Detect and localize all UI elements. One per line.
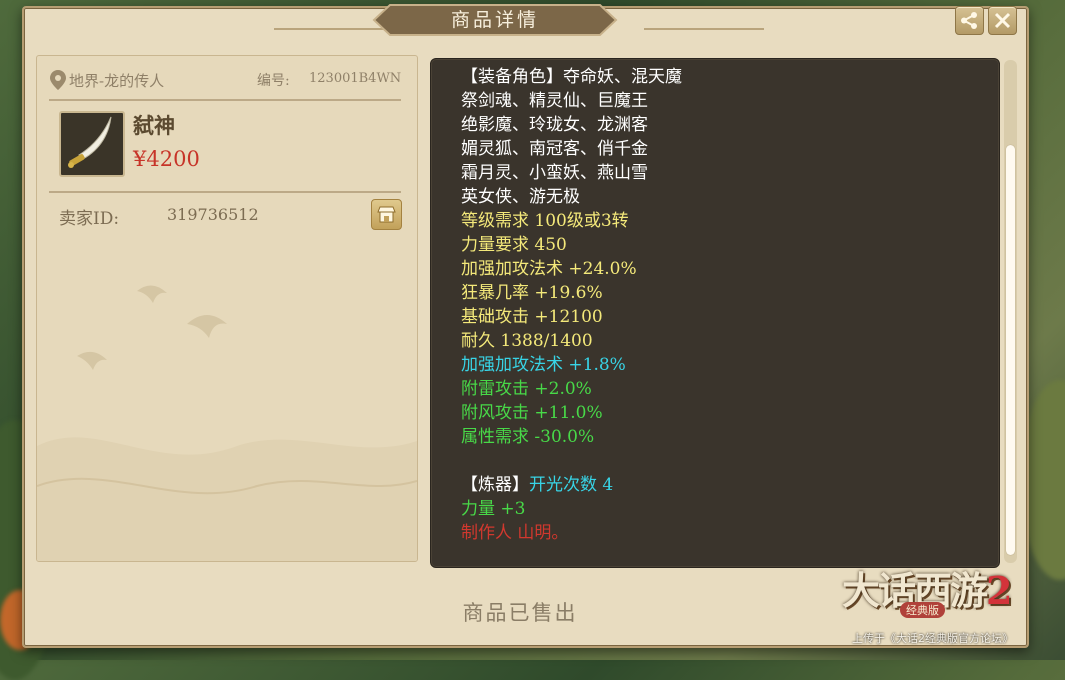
item-name: 弑神 — [133, 113, 175, 138]
attribute-text: 祭剑魂、精灵仙、巨魔王 — [461, 91, 648, 111]
attribute-text: 耐久 1388/1400 — [461, 331, 593, 351]
attribute-text: 等级需求 100级或3转 — [461, 211, 629, 231]
share-icon — [961, 12, 977, 29]
item-location-row: 地界-龙的传人 编号: 123001B4WN — [47, 66, 402, 92]
attribute-line: 【装备角色】夺命妖、混天魔 — [461, 65, 989, 89]
shop-icon — [377, 206, 396, 223]
attribute-line: 属性需求 -30.0% — [461, 425, 989, 449]
attribute-text: 霜月灵、小蛮妖、燕山雪 — [461, 163, 648, 183]
scrollbar-thumb[interactable] — [1006, 145, 1015, 555]
attribute-value: 开光次数 4 — [529, 475, 614, 495]
attribute-line: 力量要求 450 — [461, 233, 989, 257]
attribute-line: 力量 +3 — [461, 497, 989, 521]
attribute-text: 【装备角色】夺命妖、混天魔 — [461, 67, 682, 87]
attribute-text: 基础攻击 +12100 — [461, 307, 603, 327]
seller-label: 卖家ID: — [59, 209, 120, 229]
attribute-text: 狂暴几率 +19.6% — [461, 283, 603, 303]
item-icon-slot[interactable] — [59, 111, 125, 177]
attribute-line: 加强加攻法术 +24.0% — [461, 257, 989, 281]
visit-shop-button[interactable] — [371, 199, 402, 230]
attribute-line: 【炼器】开光次数 4 — [461, 473, 989, 497]
item-price: ¥4200 — [133, 147, 200, 171]
title-ornament-right — [644, 28, 764, 30]
attribute-text: 【炼器】 — [461, 475, 529, 495]
title-plaque: 商品详情 — [360, 3, 630, 37]
seller-id: 319736512 — [167, 205, 259, 224]
sword-item-icon — [68, 116, 112, 168]
attribute-line: 附风攻击 +11.0% — [461, 401, 989, 425]
divider — [49, 99, 401, 101]
attribute-text: 附风攻击 +11.0% — [461, 403, 603, 423]
close-button[interactable] — [988, 6, 1017, 35]
attribute-text: 属性需求 -30.0% — [461, 427, 595, 447]
attribute-line: 耐久 1388/1400 — [461, 329, 989, 353]
attribute-line: 祭剑魂、精灵仙、巨魔王 — [461, 89, 989, 113]
decorative-birds-background — [37, 285, 417, 561]
attribute-line: 狂暴几率 +19.6% — [461, 281, 989, 305]
attribute-text: 加强加攻法术 +24.0% — [461, 259, 637, 279]
attribute-line: 英女侠、游无极 — [461, 185, 989, 209]
attribute-text: 媚灵狐、南冠客、俏千金 — [461, 139, 648, 159]
item-location: 地界-龙的传人 — [69, 72, 165, 90]
attribute-text: 加强加攻法术 +1.8% — [461, 355, 626, 375]
item-summary-card: 地界-龙的传人 编号: 123001B4WN 弑神 ¥4200 卖家ID: 31… — [36, 55, 418, 562]
attribute-line: 霜月灵、小蛮妖、燕山雪 — [461, 161, 989, 185]
divider — [49, 191, 401, 193]
attribute-line: 绝影魔、玲珑女、龙渊客 — [461, 113, 989, 137]
attribute-text: 力量要求 450 — [461, 235, 567, 255]
close-icon — [994, 12, 1011, 29]
attribute-line: 附雷攻击 +2.0% — [461, 377, 989, 401]
attribute-text: 附雷攻击 +2.0% — [461, 379, 592, 399]
share-button[interactable] — [955, 6, 984, 35]
serial-label: 编号: — [257, 73, 290, 89]
location-pin-icon — [50, 70, 66, 90]
attribute-line: 制作人 山明。 — [461, 521, 989, 545]
game-watermark: 大话西游2 经典版 上传于《大话2经典版官方论坛》 — [842, 560, 1042, 655]
watermark-edition: 经典版 — [900, 602, 945, 618]
attribute-text: 力量 +3 — [461, 499, 526, 519]
item-attributes-panel[interactable]: 【装备角色】夺命妖、混天魔 祭剑魂、精灵仙、巨魔王 绝影魔、玲珑女、龙渊客 媚灵狐、南… — [430, 58, 1000, 568]
serial-number: 123001B4WN — [309, 71, 402, 86]
attribute-text: 绝影魔、玲珑女、龙渊客 — [461, 115, 648, 135]
window-title: 商品详情 — [450, 9, 539, 31]
attribute-line: 加强加攻法术 +1.8% — [461, 353, 989, 377]
attribute-line: 媚灵狐、南冠客、俏千金 — [461, 137, 989, 161]
attribute-line: 基础攻击 +12100 — [461, 305, 989, 329]
attribute-line — [461, 449, 989, 473]
attribute-text: 制作人 山明。 — [461, 523, 569, 543]
attribute-line: 等级需求 100级或3转 — [461, 209, 989, 233]
attribute-list: 【装备角色】夺命妖、混天魔 祭剑魂、精灵仙、巨魔王 绝影魔、玲珑女、龙渊客 媚灵狐、南… — [461, 65, 989, 545]
attribute-text: 英女侠、游无极 — [461, 187, 580, 207]
watermark-credit: 上传于《大话2经典版官方论坛》 — [852, 632, 1013, 645]
